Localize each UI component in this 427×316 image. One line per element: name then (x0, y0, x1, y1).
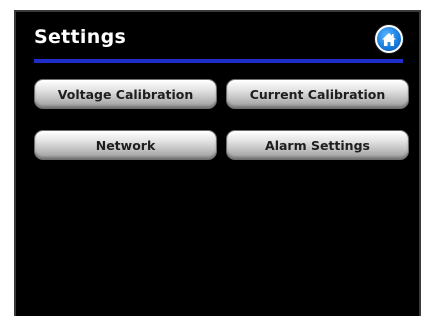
network-button[interactable]: Network (34, 130, 217, 160)
alarm-settings-button[interactable]: Alarm Settings (226, 130, 409, 160)
current-calibration-button[interactable]: Current Calibration (226, 79, 409, 109)
header-divider (34, 59, 403, 63)
home-button[interactable] (375, 25, 403, 53)
home-icon (382, 32, 396, 46)
page-title: Settings (34, 26, 127, 48)
voltage-calibration-button[interactable]: Voltage Calibration (34, 79, 217, 109)
settings-screen: Settings Voltage Calibration Current Cal… (14, 10, 421, 316)
